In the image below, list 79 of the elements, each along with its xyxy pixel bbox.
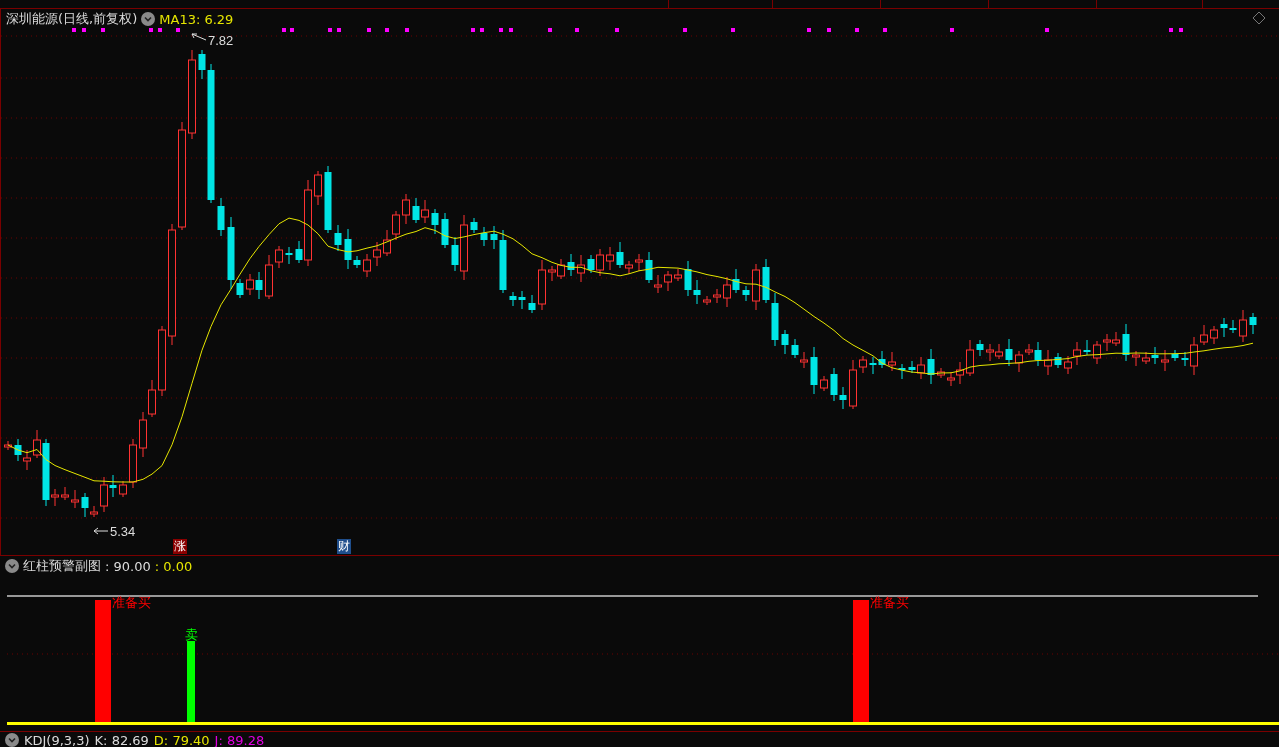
- candlestick: [567, 253, 575, 277]
- candlestick: [849, 359, 857, 410]
- candlestick: [859, 355, 867, 374]
- event-badge[interactable]: 涨: [173, 539, 187, 554]
- candlestick: [1015, 350, 1023, 373]
- candlestick: [664, 270, 672, 292]
- indicator-value: K: 82.69: [94, 732, 149, 747]
- candlestick: [1093, 340, 1101, 365]
- candlestick: [480, 226, 488, 247]
- candlestick: [528, 294, 536, 314]
- candlestick: [314, 170, 322, 206]
- candlestick: [1161, 349, 1169, 372]
- arrow-icon: [93, 527, 109, 535]
- high-price-label: 7.82: [208, 33, 234, 48]
- candlestick: [129, 438, 137, 489]
- chevron-icon[interactable]: [5, 733, 19, 747]
- indicator-value: D: 79.40: [153, 732, 210, 747]
- candlestick: [937, 367, 945, 379]
- candlestick: [976, 339, 984, 357]
- candlestick: [1210, 325, 1218, 345]
- candlestick: [119, 480, 127, 498]
- candlestick: [538, 259, 546, 311]
- candlestick: [373, 241, 381, 267]
- candlestick: [158, 325, 166, 397]
- candlestick: [703, 295, 711, 306]
- candlestick: [635, 253, 643, 272]
- chevron-icon[interactable]: [141, 12, 156, 26]
- signal-label: 准备买: [870, 595, 909, 610]
- candlestick: [265, 254, 273, 300]
- candlestick: [810, 346, 818, 395]
- candlestick: [1132, 350, 1140, 367]
- signal-label: 卖: [185, 627, 198, 642]
- low-price-label: 5.34: [110, 524, 136, 539]
- indicator-value: : 90.00: [105, 558, 151, 574]
- indicator-value: MA13: 6.29: [159, 11, 234, 27]
- candlestick: [674, 268, 682, 282]
- candlestick: [324, 165, 332, 234]
- candlestick: [1122, 323, 1130, 362]
- signal-label: 准备买: [112, 595, 151, 610]
- candlestick: [1239, 309, 1247, 343]
- candlestick: [334, 224, 342, 252]
- candlestick: [275, 245, 283, 269]
- candlestick: [577, 254, 585, 283]
- candlestick: [820, 375, 828, 392]
- chevron-icon[interactable]: [5, 559, 19, 573]
- candlestick: [1054, 352, 1062, 369]
- chart-title: 深圳能源(日线,前复权): [6, 10, 138, 28]
- candlestick: [752, 263, 760, 311]
- diamond-icon[interactable]: [1252, 11, 1266, 25]
- candlestick: [402, 193, 410, 225]
- subchart-title: 红柱预警副图: [23, 557, 101, 575]
- candlestick: [888, 351, 896, 372]
- candlestick: [606, 246, 614, 271]
- indicator-title: KDJ(9,3,3): [24, 732, 90, 747]
- candlestick: [1005, 338, 1013, 367]
- candlestick: [1083, 339, 1091, 356]
- candlestick: [4, 440, 12, 451]
- candlestick: [1044, 349, 1052, 376]
- arrow-icon: [191, 33, 207, 41]
- candlestick: [61, 486, 69, 501]
- candlestick: [217, 197, 225, 237]
- event-badge[interactable]: 财: [337, 539, 351, 554]
- candlestick: [1171, 349, 1179, 362]
- candlestick: [1200, 324, 1208, 346]
- indicator-value: J: 89.28: [214, 732, 265, 747]
- candlestick: [713, 288, 721, 304]
- candlestick: [441, 212, 449, 249]
- candlestick: [470, 217, 478, 234]
- candlestick: [431, 208, 439, 235]
- candlestick: [781, 329, 789, 355]
- candlestick: [898, 363, 906, 380]
- candlestick: [363, 253, 371, 278]
- candlestick: [742, 285, 750, 302]
- candlestick: [966, 339, 974, 377]
- candlestick: [927, 348, 935, 385]
- candlestick: [1249, 312, 1257, 335]
- candlestick: [71, 489, 79, 509]
- indicator-value: : 0.00: [154, 558, 193, 574]
- candlestick: [285, 246, 293, 265]
